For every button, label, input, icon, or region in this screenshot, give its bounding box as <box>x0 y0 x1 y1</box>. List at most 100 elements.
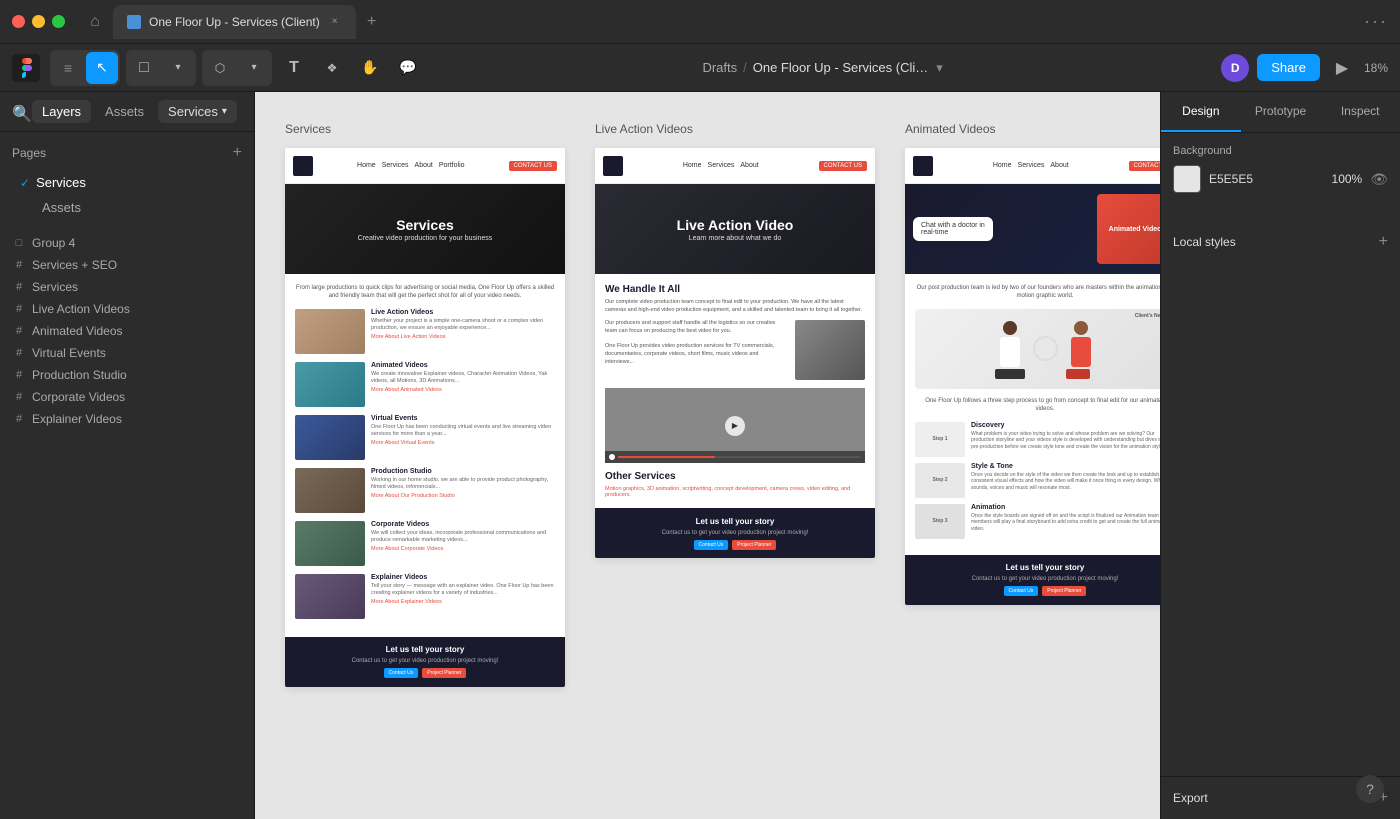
frame-cta[interactable]: CONTACT US <box>1129 161 1160 171</box>
service-link[interactable]: More About Animated Videos <box>371 387 555 393</box>
service-link[interactable]: More About Corporate Videos <box>371 546 555 552</box>
layer-animated-videos[interactable]: # Animated Videos <box>0 320 254 342</box>
active-tab[interactable]: One Floor Up - Services (Client) × <box>113 5 356 39</box>
service-link[interactable]: More About Explainer Videos <box>371 599 555 605</box>
minimize-window-btn[interactable] <box>32 15 45 28</box>
footer-planner-btn[interactable]: Project Planner <box>732 540 776 550</box>
frame-label-animated: Animated Videos <box>905 122 1160 136</box>
footer-contact-btn[interactable]: Contact Us <box>384 668 419 678</box>
video-section: Our producers and support staff handle a… <box>605 320 865 380</box>
footer-planner-btn[interactable]: Project Planner <box>422 668 466 678</box>
breadcrumb-current[interactable]: One Floor Up - Services (Cli… <box>753 60 929 75</box>
select-tool[interactable]: ↖ <box>86 52 118 84</box>
tab-inspect[interactable]: Inspect <box>1320 92 1400 132</box>
layer-live-action[interactable]: # Live Action Videos <box>0 298 254 320</box>
frame-live-action: Live Action Videos Home Services About C… <box>595 122 875 687</box>
frame-cta[interactable]: CONTACT US <box>509 161 557 171</box>
layers-tab[interactable]: Layers <box>32 100 91 123</box>
layer-production-studio[interactable]: # Production Studio <box>0 364 254 386</box>
frame-content-animated[interactable]: Home Services About CONTACT US Chat with… <box>905 148 1160 605</box>
layer-virtual-events[interactable]: # Virtual Events <box>0 342 254 364</box>
bg-opacity-value[interactable]: 100% <box>1332 172 1363 186</box>
close-window-btn[interactable] <box>12 15 25 28</box>
play-button[interactable]: ▶ <box>1328 54 1356 82</box>
breadcrumb-separator: / <box>743 60 747 75</box>
breadcrumb-dropdown-icon[interactable]: ▾ <box>936 60 943 76</box>
add-local-style-button[interactable]: + <box>1379 233 1388 251</box>
footer-contact-btn[interactable]: Contact Us <box>694 540 729 550</box>
frame-content-live-action[interactable]: Home Services About CONTACT US Live Acti… <box>595 148 875 558</box>
layer-services-seo[interactable]: # Services + SEO <box>0 254 254 276</box>
frame-nav: Home Services About <box>631 162 811 169</box>
footer-contact-btn[interactable]: Contact Us <box>1004 586 1039 596</box>
frame-intro: From large productions to quick clips fo… <box>295 284 555 301</box>
move-tool[interactable]: ≡ <box>52 52 84 84</box>
frame-hero-text: Services <box>358 217 493 233</box>
service-link[interactable]: More About Our Production Studio <box>371 493 555 499</box>
assets-tab[interactable]: Assets <box>95 100 154 123</box>
footer-buttons: Contact Us Project Planner <box>694 540 777 550</box>
service-desc: One Floor Up has been conducting virtual… <box>371 424 555 438</box>
breadcrumb-drafts[interactable]: Drafts <box>702 60 737 75</box>
text-tool[interactable]: T <box>278 52 310 84</box>
frame-tool-dropdown[interactable]: ▾ <box>162 52 194 84</box>
figma-logo[interactable] <box>12 54 40 82</box>
design-tabs: Design Prototype Inspect <box>1161 92 1400 133</box>
video-progress-bar[interactable] <box>618 456 861 458</box>
video-player[interactable]: ▶ <box>605 388 865 463</box>
step-img-1: Step 1 <box>915 422 965 457</box>
avatar[interactable]: D <box>1221 54 1249 82</box>
share-button[interactable]: Share <box>1257 54 1320 81</box>
circle-element <box>1033 336 1058 361</box>
frame-hero-sub: Learn more about what we do <box>677 235 794 242</box>
help-button[interactable]: ? <box>1356 775 1384 803</box>
service-img <box>295 574 365 619</box>
layer-label: Animated Videos <box>32 324 242 338</box>
shape-tool[interactable]: ⬡ <box>204 52 236 84</box>
new-tab-button[interactable]: + <box>360 10 384 34</box>
browser-chrome: ⌂ One Floor Up - Services (Client) × + ·… <box>0 0 1400 44</box>
frame-hero: Services Creative video production for y… <box>285 184 565 274</box>
footer-planner-btn[interactable]: Project Planner <box>1042 586 1086 596</box>
process-intro: One Floor Up follows a three step proces… <box>915 397 1160 414</box>
bg-color-swatch[interactable] <box>1173 165 1201 193</box>
tab-prototype[interactable]: Prototype <box>1241 92 1321 132</box>
browser-menu-icon[interactable]: ··· <box>1364 11 1388 32</box>
tab-close-icon[interactable]: × <box>328 15 342 29</box>
sidebar-search-icon[interactable]: 🔍 <box>12 104 28 120</box>
page-item-assets[interactable]: Assets <box>12 195 242 220</box>
add-page-button[interactable]: + <box>233 144 242 162</box>
layer-group4[interactable]: □ Group 4 <box>0 232 254 254</box>
zoom-level[interactable]: 18% <box>1364 61 1388 75</box>
pages-tab[interactable]: Services ▾ <box>158 100 237 123</box>
maximize-window-btn[interactable] <box>52 15 65 28</box>
step-label: Step 2 <box>932 477 947 483</box>
service-text: Animated Videos We create innovative Exp… <box>371 362 555 393</box>
layer-corporate-videos[interactable]: # Corporate Videos <box>0 386 254 408</box>
tab-design[interactable]: Design <box>1161 92 1241 132</box>
frame-cta[interactable]: CONTACT US <box>819 161 867 171</box>
service-link[interactable]: More About Virtual Events <box>371 440 555 446</box>
footer-sub: Contact us to get your video production … <box>972 576 1119 582</box>
layer-services[interactable]: # Services <box>0 276 254 298</box>
bg-visibility-icon[interactable]: 👁 <box>1370 171 1388 188</box>
video-play-icon[interactable]: ▶ <box>725 416 745 436</box>
frame-content-services[interactable]: Home Services About Portfolio CONTACT US… <box>285 148 565 687</box>
figma-toolbar: ≡ ↖ □ ▾ ⬡ ▾ T ❖ ✋ 💬 Drafts / One Floor U… <box>0 44 1400 92</box>
home-button[interactable]: ⌂ <box>81 8 109 36</box>
step-content-2: Style & Tone Once you decide on the styl… <box>971 463 1160 498</box>
bg-hex-value[interactable]: E5E5E5 <box>1209 172 1324 186</box>
video-text: Our producers and support staff handle a… <box>605 320 789 380</box>
shape-tool-dropdown[interactable]: ▾ <box>238 52 270 84</box>
canvas-area[interactable]: Services Home Services About Portfolio C… <box>255 92 1160 819</box>
layer-explainer-videos[interactable]: # Explainer Videos <box>0 408 254 430</box>
page-active-check: ✓ <box>20 176 30 190</box>
service-link[interactable]: More About Live Action Videos <box>371 334 555 340</box>
hand-tool[interactable]: ✋ <box>354 52 386 84</box>
step-img-3: Step 3 <box>915 504 965 539</box>
component-tool[interactable]: ❖ <box>316 52 348 84</box>
comment-tool[interactable]: 💬 <box>392 52 424 84</box>
frame-tool[interactable]: □ <box>128 52 160 84</box>
frame-body: Our post production team is led by two o… <box>905 274 1160 555</box>
page-item-services[interactable]: ✓ Services <box>12 170 242 195</box>
